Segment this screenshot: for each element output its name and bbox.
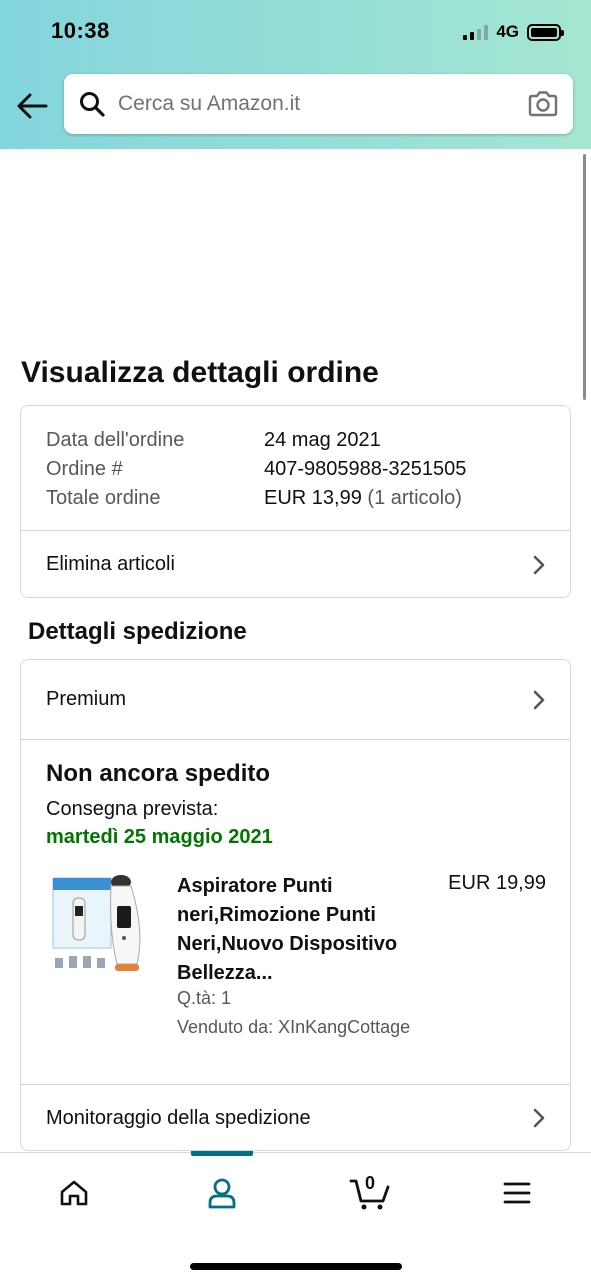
shipping-section-title: Dettagli spedizione [28,618,247,645]
order-number-label: Ordine # [46,458,123,480]
account-icon [208,1178,236,1209]
estimated-delivery-date: martedì 25 maggio 2021 [46,826,273,848]
premium-label: Premium [46,688,127,710]
active-tab-indicator [191,1151,253,1156]
order-summary-card: Data dell'ordine 24 mag 2021 Ordine # 40… [20,405,571,598]
order-date-label: Data dell'ordine [46,429,185,451]
product-name[interactable]: Aspiratore Punti neri,Rimozione Punti Ne… [177,872,427,988]
divider [21,739,570,740]
bottom-nav: 0 [0,1151,591,1280]
search-icon [78,90,106,118]
page-title: Visualizza dettagli ordine [21,356,379,389]
signal-icon [463,24,489,40]
order-number-value: 407-9805988-3251505 [264,458,467,480]
battery-icon [527,23,564,41]
arrow-left-icon [17,93,48,119]
order-item-count: (1 articolo) [367,487,462,509]
nav-menu[interactable] [487,1173,547,1213]
tracking-row[interactable]: Monitoraggio della spedizione [21,1085,570,1151]
order-total-value: EUR 13,99 [264,487,362,509]
delete-items-row[interactable]: Elimina articoli [21,531,570,598]
status-time: 10:38 [51,18,110,43]
network-label: 4G [496,22,519,41]
top-bar: 10:38 4G [0,0,591,149]
chevron-right-icon [533,555,545,574]
shipment-status: Non ancora spedito [46,760,271,787]
order-number-row: Ordine # 407-9805988-3251505 [46,455,466,484]
search-input[interactable] [118,92,508,116]
order-info: Data dell'ordine 24 mag 2021 Ordine # 40… [46,426,466,513]
product-image[interactable] [51,872,151,980]
premium-row[interactable]: Premium [21,660,570,739]
back-button[interactable] [14,88,50,124]
order-total-label: Totale ordine [46,487,161,509]
camera-icon[interactable] [527,89,559,119]
scroll-indicator[interactable] [583,154,586,400]
nav-account[interactable] [192,1173,252,1213]
product-seller: Venduto da: XInKangCottage [177,1017,411,1037]
delete-items-label: Elimina articoli [46,553,175,575]
estimated-delivery-label: Consegna prevista: [46,798,219,820]
nav-cart[interactable]: 0 [340,1173,400,1213]
shipping-card: Premium Non ancora spedito Consegna prev… [20,659,571,1151]
order-total-row: Totale ordine EUR 13,99 (1 articolo) [46,484,466,513]
home-icon [60,1180,88,1206]
chevron-right-icon [533,1108,545,1128]
product-quantity: Q.tà: 1 [177,988,232,1008]
product-price: EUR 19,99 [448,872,546,894]
menu-icon [503,1182,531,1204]
nav-home[interactable] [44,1173,104,1213]
cart-count: 0 [364,1173,375,1193]
status-icons: 4G [463,22,564,42]
search-bar[interactable] [64,74,573,134]
chevron-right-icon [533,690,545,709]
home-indicator[interactable] [190,1263,402,1270]
order-date-row: Data dell'ordine 24 mag 2021 [46,426,466,455]
order-date-value: 24 mag 2021 [264,429,381,451]
tracking-label: Monitoraggio della spedizione [46,1106,311,1129]
